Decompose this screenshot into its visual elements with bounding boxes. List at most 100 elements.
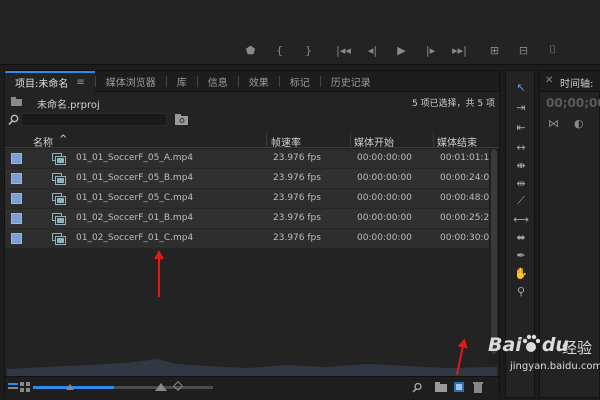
clip-media-start: 00:00:00:00 (357, 233, 412, 243)
add-marker-icon[interactable]: ⬟ (236, 41, 265, 59)
razor-split-tool-icon[interactable]: ⇹ (511, 175, 531, 191)
clip-media-end: 00:00:24:00 (440, 173, 489, 183)
label-color-swatch[interactable] (11, 213, 22, 224)
clip-frame-rate: 23.976 fps (273, 153, 321, 163)
zoom-slider[interactable] (33, 386, 213, 389)
video-clip-icon (52, 233, 66, 245)
clip-name: 01_01_SoccerF_05_B.mp4 (76, 173, 194, 183)
label-color-swatch[interactable] (11, 153, 22, 164)
search-row (5, 111, 499, 129)
timeline-tab-label: 时间轴: (560, 79, 594, 90)
clip-media-end: 00:00:30:03 (440, 233, 489, 243)
linked-selection-icon[interactable]: ◐ (574, 117, 584, 130)
column-media-end[interactable]: 媒体结束 (437, 134, 477, 149)
column-frame-rate[interactable]: 帧速率 (271, 134, 301, 149)
tab-5[interactable]: 标记 (280, 71, 320, 92)
video-clip-icon (52, 193, 66, 205)
tab-label: 标记 (289, 78, 310, 89)
tab-2[interactable]: 库 (167, 71, 197, 92)
column-media-start[interactable]: 媒体开始 (354, 134, 394, 149)
video-clip-icon (52, 153, 66, 165)
zoom-out-icon[interactable] (65, 381, 75, 391)
baidu-watermark: Bai du 经验 jingyan.baidu.com (470, 330, 600, 385)
go-to-in-icon[interactable]: |◂◂ (329, 41, 358, 59)
rate-stretch-tool-icon[interactable]: ⇼ (511, 157, 531, 173)
label-color-swatch[interactable] (11, 193, 22, 204)
list-view-icon[interactable] (8, 382, 18, 392)
label-color-swatch[interactable] (11, 173, 22, 184)
clip-frame-rate: 23.976 fps (273, 213, 321, 223)
scrollbar-thumb[interactable] (491, 149, 497, 354)
clip-frame-rate: 23.976 fps (273, 233, 321, 243)
table-row[interactable]: 01_01_SoccerF_05_B.mp4 23.976 fps 00:00:00… (5, 169, 489, 189)
table-row[interactable]: 01_01_SoccerF_05_A.mp4 23.976 fps 00:00:00… (5, 149, 489, 169)
tab-label: 媒体浏览器 (105, 78, 156, 89)
timeline-timecode: 00;00;00 (546, 96, 600, 110)
clip-media-end: 00:01:01:17 (440, 153, 489, 163)
slip-tool-icon[interactable]: ⟷ (511, 211, 531, 227)
video-clip-icon (52, 173, 66, 185)
step-forward-icon[interactable]: |▸ (416, 41, 445, 59)
icon-view-icon[interactable] (20, 382, 30, 392)
selection-status: 5 项已选择，共 5 项 (411, 99, 495, 109)
project-bin-icon (11, 97, 22, 106)
tab-4[interactable]: 效果 (239, 71, 279, 92)
panel-tabs: 项目:未命名 ≡ 媒体浏览器 库 信息 效果 标记 历史记录 (5, 71, 499, 92)
watermark-cn: 经验 (562, 339, 593, 357)
mark-in-icon[interactable]: { (265, 41, 294, 59)
close-icon[interactable]: ✕ (545, 75, 553, 86)
sort-ascending-icon[interactable]: ^ (59, 134, 67, 145)
slide-tool-icon[interactable]: ⬌ (511, 229, 531, 245)
tab-label: 效果 (248, 78, 269, 89)
razor-tool-icon[interactable]: ⟋ (511, 193, 531, 209)
selection-tool-icon[interactable]: ↖ (511, 79, 531, 95)
tab-0[interactable]: 项目:未命名 ≡ (5, 71, 95, 92)
ripple-edit-tool-icon[interactable]: ⇤ (511, 119, 531, 135)
automate-to-sequence-icon[interactable] (173, 381, 183, 391)
project-info-bar: 未命名.prproj 5 项已选择，共 5 项 (5, 93, 499, 111)
watermark-url: jingyan.baidu.com (510, 361, 600, 372)
track-select-tool-icon[interactable]: ⇥ (511, 99, 531, 115)
rolling-edit-tool-icon[interactable]: ↔ (511, 139, 531, 155)
new-bin-icon[interactable] (435, 382, 447, 392)
table-row[interactable]: 01_02_SoccerF_01_C.mp4 23.976 fps 00:00:00… (5, 229, 489, 249)
tab-6[interactable]: 历史记录 (321, 71, 381, 92)
zoom-in-icon[interactable] (155, 380, 167, 392)
table-row[interactable]: 01_01_SoccerF_05_C.mp4 23.976 fps 00:00:00… (5, 189, 489, 209)
annotation-arrow (154, 250, 164, 297)
zoom-tool-icon[interactable]: ⚲ (511, 283, 531, 299)
overwrite-icon[interactable]: ⊟ (509, 41, 538, 59)
program-monitor: ⬟{} |◂◂ ◂| ▶ |▸ ▸▸| ⊞ ⊟ ⌷ (0, 0, 600, 65)
column-headers: 名称 ^ 帧速率 媒体开始 媒体结束 (5, 133, 499, 149)
panel-menu-icon[interactable]: ≡ (76, 77, 84, 88)
hand-tool-icon[interactable]: ✋ (511, 265, 531, 281)
clip-name: 01_02_SoccerF_01_B.mp4 (76, 213, 194, 223)
clip-media-end: 00:00:48:01 (440, 193, 489, 203)
pen-tool-icon[interactable]: ✒ (511, 247, 531, 263)
search-input[interactable] (21, 113, 167, 126)
find-icon[interactable] (412, 382, 423, 393)
clip-list: 01_01_SoccerF_05_A.mp4 23.976 fps 00:00:00… (5, 149, 499, 249)
clip-name: 01_01_SoccerF_05_C.mp4 (76, 193, 194, 203)
tab-label: 历史记录 (330, 78, 371, 89)
go-to-out-icon[interactable]: ▸▸| (445, 41, 474, 59)
table-row[interactable]: 01_02_SoccerF_01_B.mp4 23.976 fps 00:00:00… (5, 209, 489, 229)
waveform-decoration (7, 359, 497, 377)
insert-icon[interactable]: ⊞ (480, 41, 509, 59)
export-frame-icon[interactable]: ⌷ (538, 41, 567, 59)
snap-icon[interactable]: ⋈ (548, 117, 559, 130)
play-icon[interactable]: ▶ (387, 41, 416, 59)
tab-label: 信息 (207, 78, 228, 89)
label-color-swatch[interactable] (11, 233, 22, 244)
mark-out-icon[interactable]: } (294, 41, 323, 59)
tab-3[interactable]: 信息 (198, 71, 238, 92)
new-search-bin-icon[interactable] (175, 114, 189, 125)
clip-media-start: 00:00:00:00 (357, 213, 412, 223)
project-file-name: 未命名.prproj (37, 100, 100, 111)
step-back-icon[interactable]: ◂| (358, 41, 387, 59)
clip-name: 01_01_SoccerF_05_A.mp4 (76, 153, 193, 163)
column-name[interactable]: 名称 (33, 134, 53, 149)
tab-1[interactable]: 媒体浏览器 (96, 71, 166, 92)
timeline-tab[interactable]: ✕ 时间轴: (540, 71, 600, 92)
new-item-icon[interactable] (453, 381, 465, 393)
